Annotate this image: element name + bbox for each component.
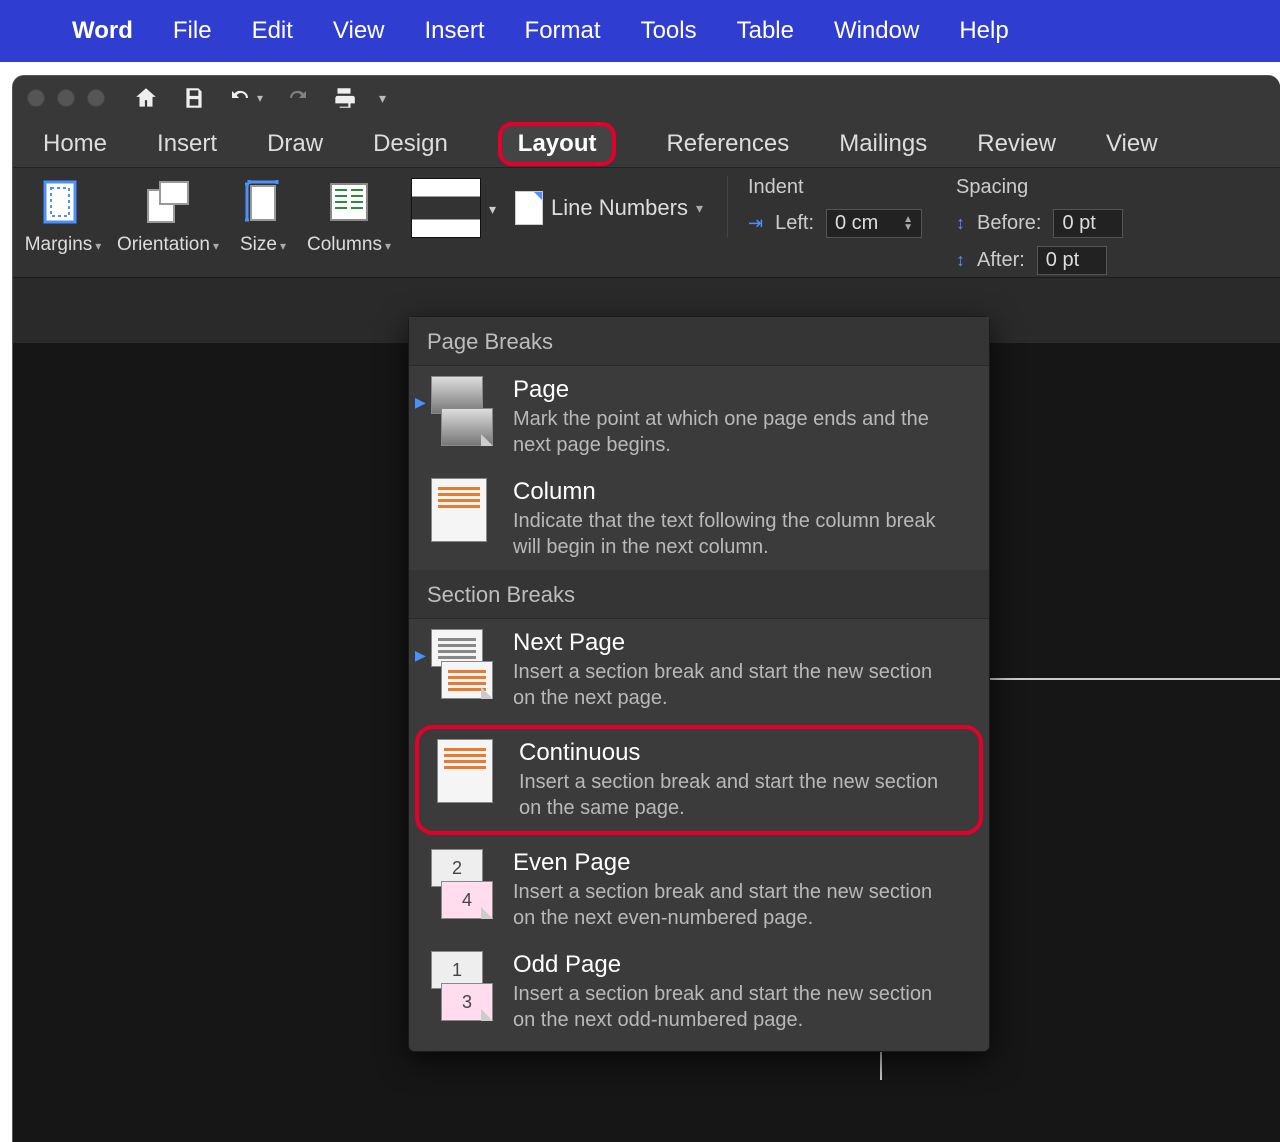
print-icon[interactable]: [331, 85, 357, 111]
break-odd-page[interactable]: 1 3 Odd Page Insert a section break and …: [409, 941, 989, 1043]
tab-review[interactable]: Review: [977, 130, 1056, 158]
menu-insert[interactable]: Insert: [425, 17, 485, 45]
column-break-icon: [431, 478, 495, 542]
indent-group: Indent ⇥ Left: 0 cm ▲▼: [727, 176, 922, 238]
dropdown-section-page-breaks: Page Breaks: [409, 317, 989, 366]
home-icon[interactable]: [133, 85, 159, 111]
size-icon: [237, 176, 289, 228]
spacing-label: Spacing: [956, 176, 1123, 199]
menu-format[interactable]: Format: [525, 17, 601, 45]
menu-view[interactable]: View: [333, 17, 385, 45]
spacing-after-label: After:: [977, 249, 1025, 272]
tab-design[interactable]: Design: [373, 130, 448, 158]
next-page-break-icon: [431, 629, 495, 699]
odd-page-break-icon: 1 3: [431, 951, 495, 1021]
line-numbers-button[interactable]: Line Numbers ▾: [515, 188, 703, 228]
orientation-icon: [142, 176, 194, 228]
spacing-after-icon: ↕: [956, 250, 965, 271]
redo-icon[interactable]: [285, 86, 309, 110]
menu-help[interactable]: Help: [959, 17, 1008, 45]
break-next-page[interactable]: ▶ Next Page Insert a section break and s…: [409, 619, 989, 721]
chevron-down-icon: ▾: [696, 200, 703, 217]
breaks-icon: [411, 178, 481, 238]
menu-table[interactable]: Table: [737, 17, 794, 45]
quick-access-toolbar: ▾: [133, 85, 386, 111]
zoom-window-button[interactable]: [87, 89, 105, 107]
customize-toolbar-icon[interactable]: ▾: [379, 90, 386, 107]
break-column[interactable]: Column Indicate that the text following …: [409, 468, 989, 570]
word-window: ▾ Home Insert Draw Design Layout Referen…: [12, 75, 1280, 1142]
indent-left-icon: ⇥: [748, 213, 763, 234]
tab-layout[interactable]: Layout: [498, 122, 617, 166]
continuous-break-icon: [437, 739, 501, 803]
margins-button[interactable]: Margins: [23, 176, 103, 256]
margins-icon: [37, 176, 89, 228]
spacing-group: Spacing ↕ Before: 0 pt ↕ After: 0 pt: [936, 176, 1123, 275]
save-icon[interactable]: [181, 85, 207, 111]
columns-button[interactable]: Columns: [307, 176, 391, 256]
titlebar: ▾: [13, 76, 1280, 120]
tab-insert[interactable]: Insert: [157, 130, 217, 158]
break-continuous[interactable]: Continuous Insert a section break and st…: [415, 725, 983, 835]
even-page-break-icon: 2 4: [431, 849, 495, 919]
spacing-before-icon: ↕: [956, 213, 965, 234]
submenu-indicator-icon: ▶: [415, 394, 426, 411]
tab-mailings[interactable]: Mailings: [839, 130, 927, 158]
spacing-after-input[interactable]: 0 pt: [1037, 246, 1107, 275]
breaks-button[interactable]: [411, 176, 481, 238]
spacing-before-label: Before:: [977, 212, 1041, 235]
spacing-before-input[interactable]: 0 pt: [1053, 209, 1123, 238]
menu-window[interactable]: Window: [834, 17, 919, 45]
dropdown-section-section-breaks: Section Breaks: [409, 570, 989, 619]
line-numbers-icon: [515, 191, 543, 225]
tab-references[interactable]: References: [666, 130, 789, 158]
tab-draw[interactable]: Draw: [267, 130, 323, 158]
close-window-button[interactable]: [27, 89, 45, 107]
window-controls: [27, 89, 105, 107]
ribbon-tabs: Home Insert Draw Design Layout Reference…: [13, 120, 1280, 168]
app-name[interactable]: Word: [72, 17, 133, 45]
menu-file[interactable]: File: [173, 17, 212, 45]
menu-edit[interactable]: Edit: [252, 17, 293, 45]
undo-icon[interactable]: [229, 86, 263, 110]
break-page[interactable]: ▶ Page Mark the point at which one page …: [409, 366, 989, 468]
columns-icon: [323, 176, 375, 228]
tab-home[interactable]: Home: [43, 130, 107, 158]
page-break-icon: [431, 376, 495, 446]
mac-menubar: Word File Edit View Insert Format Tools …: [0, 0, 1280, 62]
tab-view[interactable]: View: [1106, 130, 1158, 158]
menu-tools[interactable]: Tools: [641, 17, 697, 45]
orientation-button[interactable]: Orientation: [117, 176, 219, 256]
breaks-dropdown: Page Breaks ▶ Page Mark the point at whi…: [408, 316, 990, 1052]
size-button[interactable]: Size: [233, 176, 293, 256]
indent-left-input[interactable]: 0 cm ▲▼: [826, 209, 922, 238]
break-even-page[interactable]: 2 4 Even Page Insert a section break and…: [409, 839, 989, 941]
minimize-window-button[interactable]: [57, 89, 75, 107]
indent-label: Indent: [748, 176, 922, 199]
ribbon-layout: Margins Orientation Size Columns: [13, 168, 1280, 278]
indent-left-label: Left:: [775, 212, 814, 235]
stepper-arrows-icon[interactable]: ▲▼: [903, 216, 913, 232]
submenu-indicator-icon: ▶: [415, 647, 426, 664]
